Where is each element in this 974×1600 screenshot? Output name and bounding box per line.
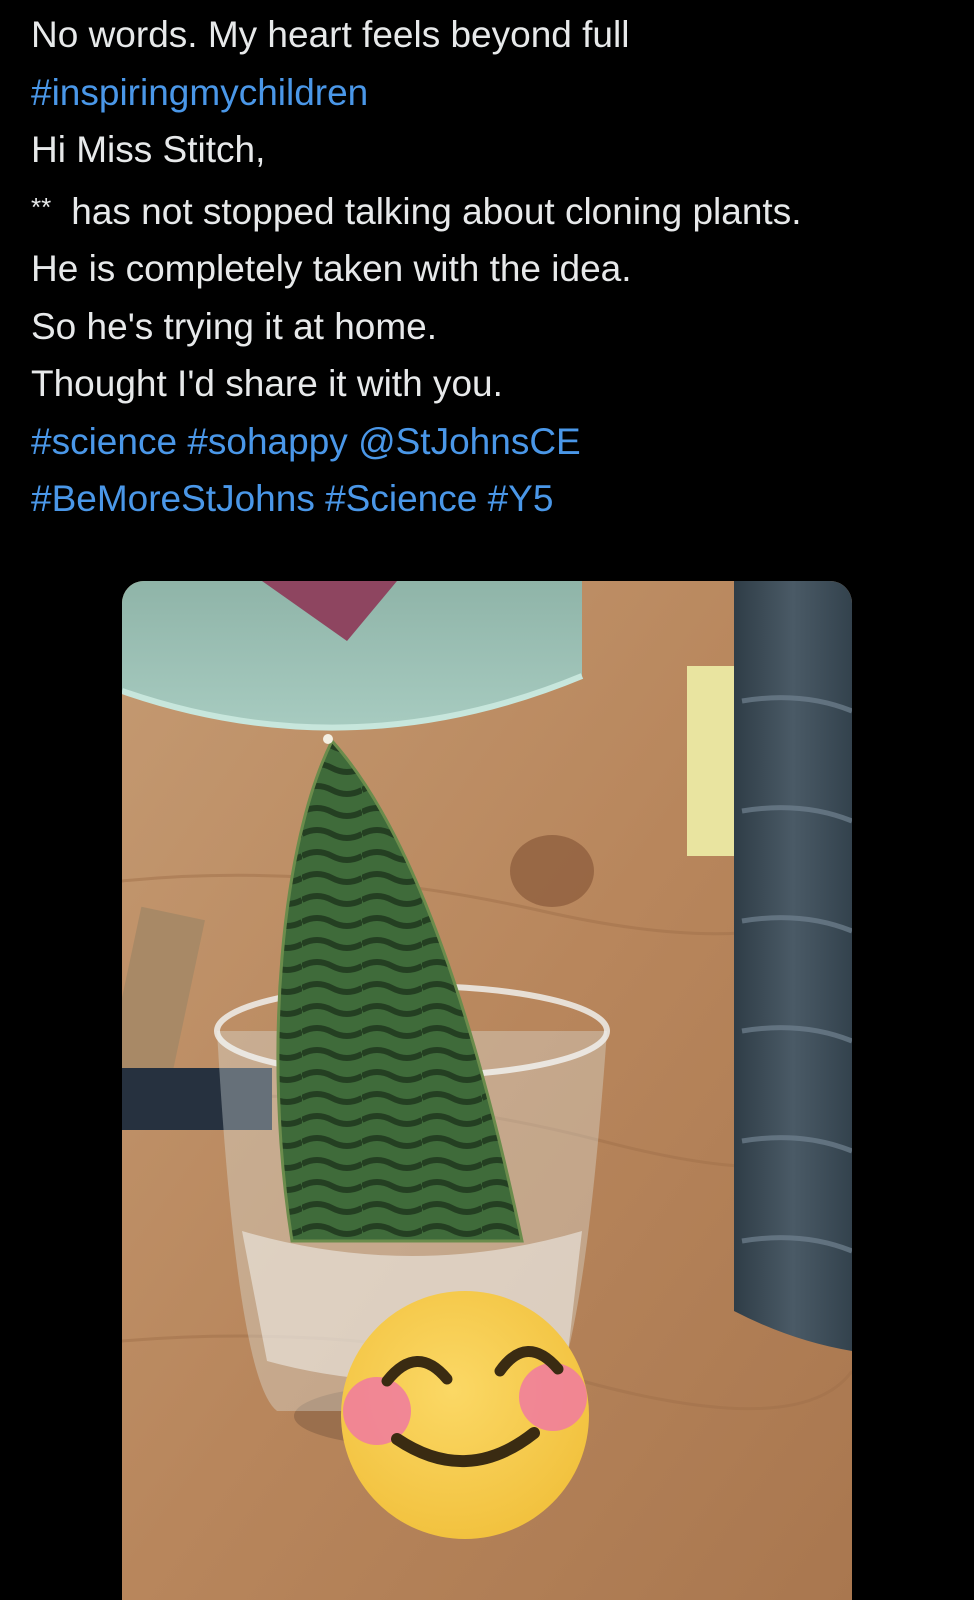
redacted-name-asterisks: **: [31, 191, 52, 222]
hashtag-y5[interactable]: #Y5: [488, 478, 554, 519]
tweet-line-6: So he's trying it at home.: [31, 305, 438, 347]
blushing-smile-emoji-icon: [341, 1291, 589, 1539]
wood-knot: [510, 835, 594, 907]
tweet-text: No words. My heart feels beyond full #in…: [31, 6, 951, 528]
tweet-line-4-text: has not stopped talking about cloning pl…: [71, 190, 802, 232]
photo-illustration: [122, 581, 852, 1600]
tweet-line-7: Thought I'd share it with you.: [31, 363, 503, 404]
tweet-line-9: #BeMoreStJohns #Science #Y5: [31, 470, 951, 528]
hashtag-bemorestjohns[interactable]: #BeMoreStJohns: [31, 478, 315, 519]
tweet-line-3: Hi Miss Stitch,: [31, 129, 266, 170]
hashtag-sohappy[interactable]: #sohappy: [187, 421, 347, 462]
mention-stjohnsce[interactable]: @StJohnsCE: [358, 421, 581, 462]
tweet-line-2: #inspiringmychildren: [31, 64, 951, 122]
tweet-photo[interactable]: [122, 581, 852, 1600]
tweet-line-1: No words. My heart feels beyond full: [31, 14, 630, 55]
hashtag-science[interactable]: #science: [31, 421, 177, 462]
tweet-line-8: #science #sohappy @StJohnsCE: [31, 413, 951, 471]
hashtag-inspiringmychildren[interactable]: #inspiringmychildren: [31, 72, 368, 113]
tweet-line-4: ** has not stopped talking about cloning …: [31, 179, 951, 241]
tweet-line-5: He is completely taken with the idea.: [31, 248, 632, 289]
hashtag-science-capital[interactable]: #Science: [325, 478, 477, 519]
